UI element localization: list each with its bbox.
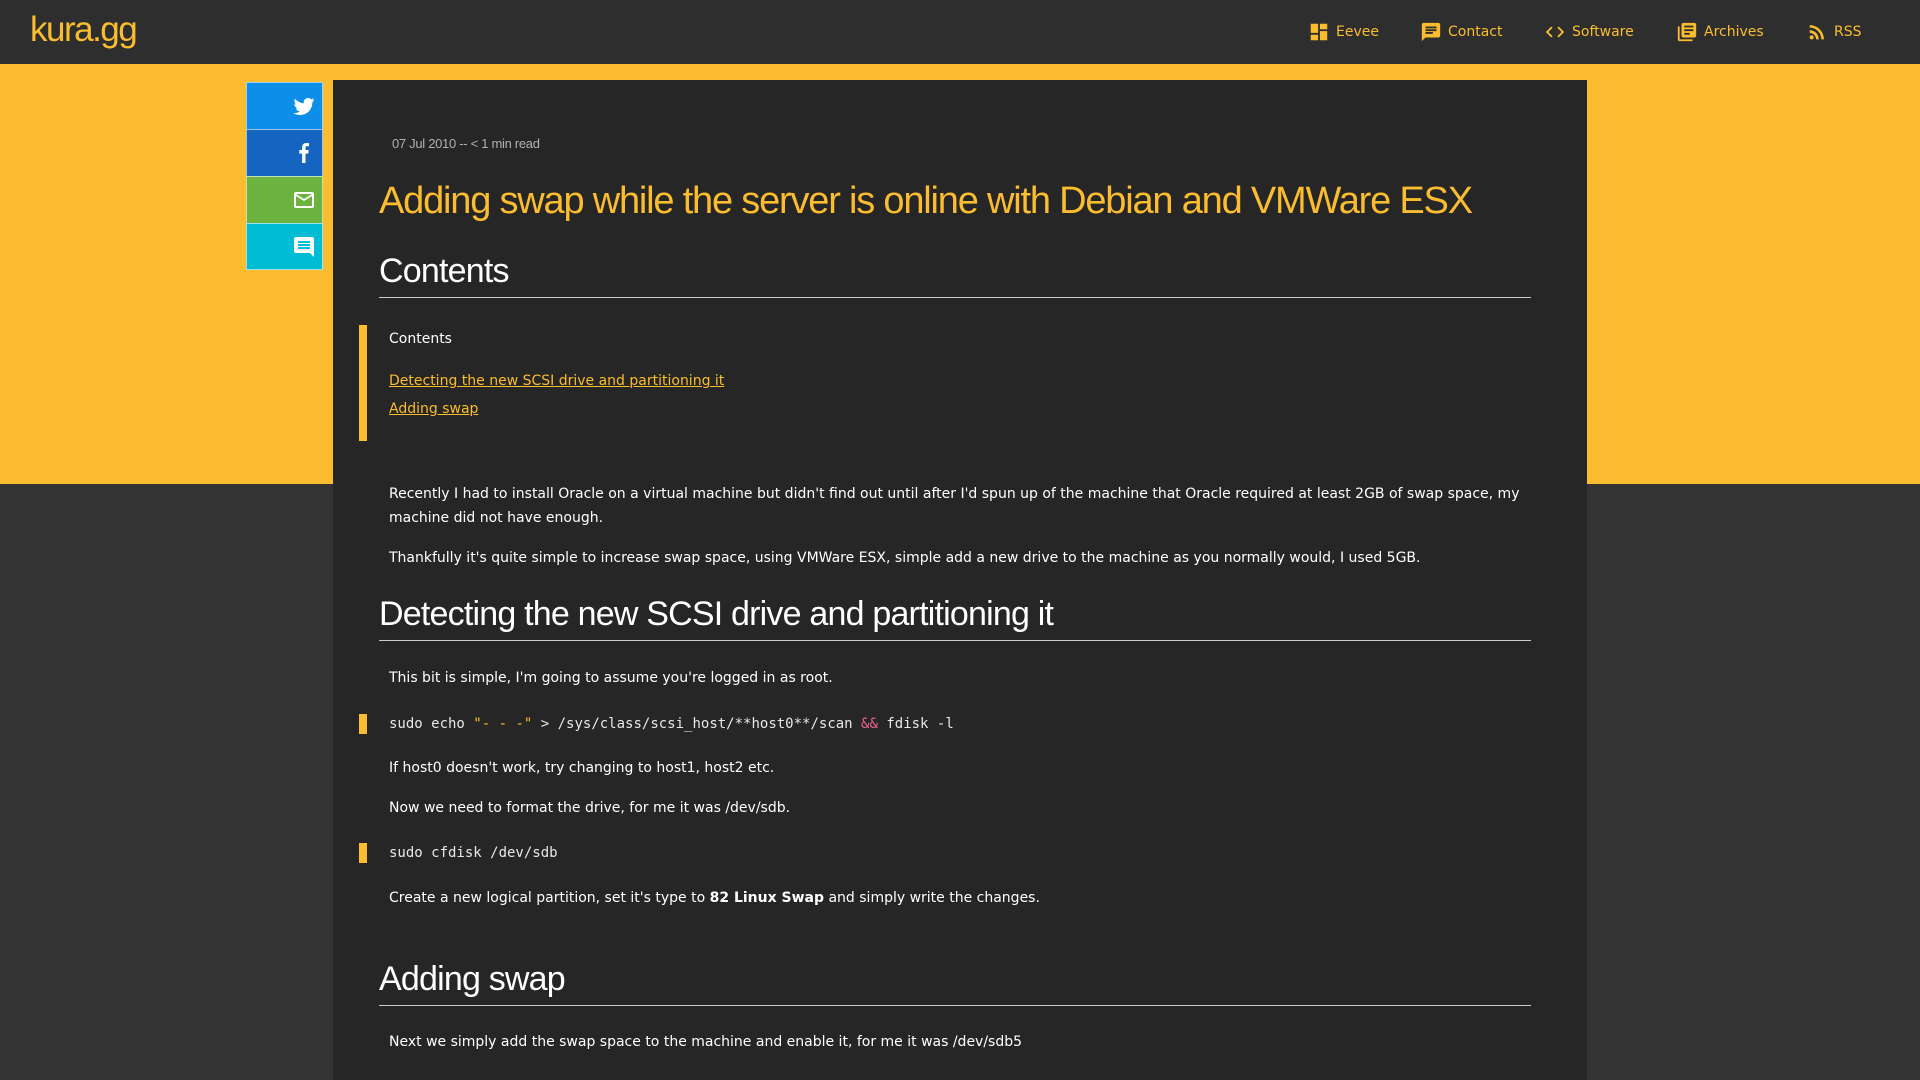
table-of-contents: Contents Detecting the new SCSI drive an… (359, 325, 1531, 441)
share-email-button[interactable] (246, 176, 323, 223)
nav-item-label: Software (1572, 24, 1634, 40)
code-block-scan: sudo echo "- - -" > /sys/class/scsi_host… (359, 714, 1531, 734)
toc-link-adding-swap[interactable]: Adding swap (389, 401, 478, 417)
section2-paragraph-1: Next we simply add the swap space to the… (389, 1034, 1023, 1050)
share-comment-button[interactable] (246, 223, 323, 270)
code-block-cfdisk: sudo cfdisk /dev/sdb (359, 843, 1531, 863)
code-icon (1545, 26, 1565, 38)
section1-paragraph-3: Now we need to format the drive, for me … (389, 800, 791, 816)
nav-item-archives[interactable]: Archives (1676, 20, 1764, 44)
nav-item-software[interactable]: Software (1544, 20, 1634, 44)
facebook-icon (299, 143, 309, 163)
share-bar (246, 82, 323, 270)
section1-paragraph-1: This bit is simple, I'm going to assume … (389, 670, 833, 686)
code-text: sudo echo (389, 716, 474, 732)
section1-paragraph-2: If host0 doesn't work, try changing to h… (389, 760, 775, 776)
library-icon (1677, 22, 1697, 42)
rss-icon (1809, 25, 1824, 40)
intro-paragraph-1: Recently I had to install Oracle on a vi… (389, 486, 1520, 526)
code-text: fdisk -l (877, 716, 954, 732)
section1-paragraph-4: Create a new logical partition, set it's… (389, 886, 1529, 910)
nav-item-label: Contact (1448, 24, 1503, 40)
intro-paragraph-2: Thankfully it's quite simple to increase… (389, 550, 1421, 566)
mail-icon (294, 192, 314, 208)
post-title: Adding swap while the server is online w… (379, 180, 1473, 222)
dashboard-icon (1310, 23, 1328, 41)
toc-title: Contents (389, 331, 452, 347)
nav-item-label: Eevee (1336, 24, 1379, 40)
code-string: "- - -" (473, 716, 533, 732)
nav-item-rss[interactable]: RSS (1806, 20, 1862, 44)
share-facebook-button[interactable] (246, 129, 323, 176)
chat-icon (1421, 22, 1441, 42)
nav-item-eevee[interactable]: Eevee (1308, 20, 1379, 44)
text-run: Create a new logical partition, set it's… (389, 890, 710, 906)
code-operator: && (861, 716, 878, 732)
article-card: 07 Jul 2010 -- < 1 min read Adding swap … (333, 80, 1587, 1080)
comment-icon (294, 236, 314, 257)
contents-heading: Contents (379, 252, 1531, 298)
nav-item-label: Archives (1704, 24, 1764, 40)
nav-item-contact[interactable]: Contact (1420, 20, 1502, 44)
section-heading-detecting: Detecting the new SCSI drive and partiti… (379, 595, 1531, 641)
toc-link-detecting[interactable]: Detecting the new SCSI drive and partiti… (389, 373, 724, 389)
post-meta: 07 Jul 2010 -- < 1 min read (392, 136, 540, 151)
bold-text: 82 Linux Swap (709, 890, 825, 906)
nav-item-label: RSS (1834, 24, 1862, 40)
twitter-icon (293, 98, 315, 115)
text-run: and simply write the changes. (824, 890, 1040, 906)
share-twitter-button[interactable] (246, 82, 323, 129)
section-heading-adding-swap: Adding swap (379, 960, 1531, 1006)
code-text: > /sys/class/scsi_host/**host0**/scan (532, 716, 862, 732)
site-logo[interactable]: kura.gg (30, 10, 138, 50)
